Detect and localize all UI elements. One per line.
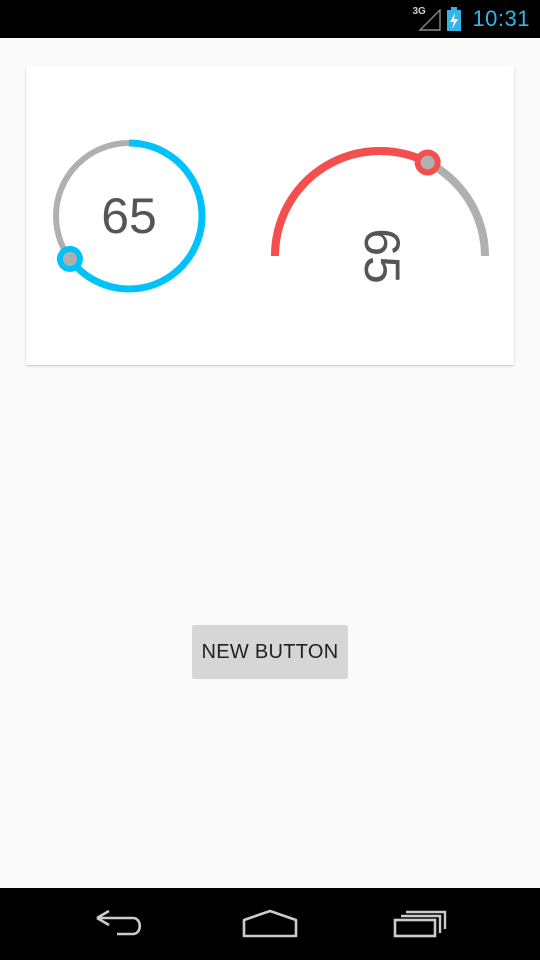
circular-seekbar-thumb[interactable] <box>56 245 83 272</box>
new-button[interactable]: NEW BUTTON <box>192 625 348 679</box>
circular-value-text: 65 <box>101 188 157 244</box>
semicircular-seekbar-thumb[interactable] <box>414 149 441 176</box>
circular-seekbar[interactable]: 65 <box>53 139 206 293</box>
recent-apps-icon <box>393 910 447 938</box>
status-clock: 10:31 <box>472 6 530 31</box>
back-button[interactable] <box>70 888 170 960</box>
home-icon <box>242 909 298 938</box>
status-bar: 3G 10:31 <box>0 0 540 38</box>
semicircular-value-text: 65 <box>354 228 410 284</box>
seekbar-canvas: 65 65 <box>53 139 489 293</box>
home-button[interactable] <box>220 888 320 960</box>
recent-apps-button[interactable] <box>370 888 470 960</box>
signal-3g-icon: 3G <box>412 7 442 31</box>
battery-charging-icon <box>446 6 462 32</box>
seekbar-card: 65 65 <box>26 66 514 365</box>
status-icons: 3G 10:31 <box>412 0 540 38</box>
semicircular-seekbar[interactable]: 65 <box>271 146 489 284</box>
navigation-bar <box>0 888 540 960</box>
back-icon <box>96 909 142 936</box>
